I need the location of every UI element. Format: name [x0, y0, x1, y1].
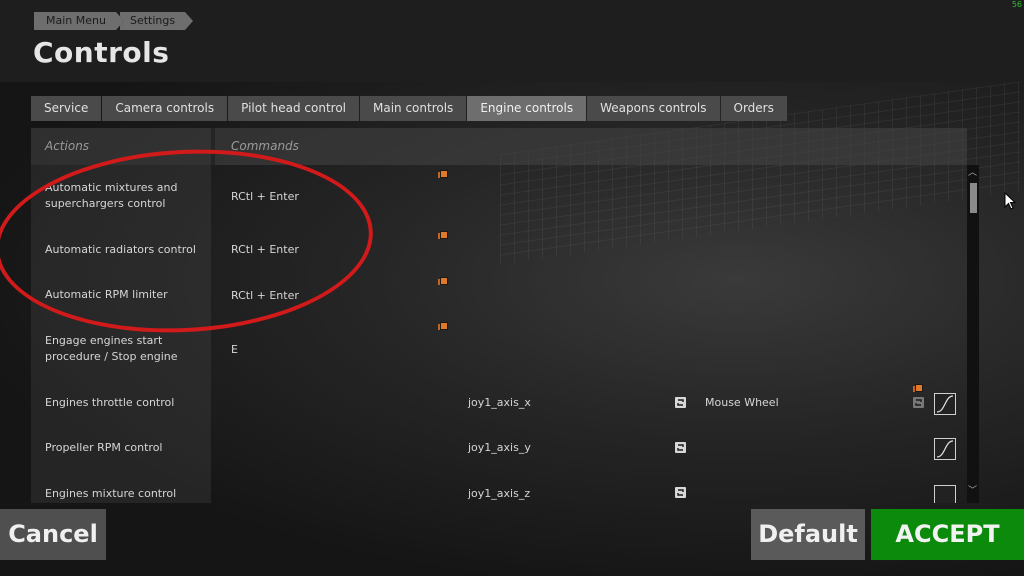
fps-counter: 56 — [1011, 0, 1022, 9]
tab-pilot-head-control[interactable]: Pilot head control — [228, 96, 359, 121]
orange-copy-icon[interactable] — [438, 170, 448, 179]
page-title: Controls — [33, 36, 170, 69]
orange-copy-icon[interactable] — [438, 277, 448, 286]
accept-button[interactable]: ACCEPT — [871, 509, 1024, 560]
scrollbar[interactable]: ︿ ﹀ — [967, 165, 979, 503]
scroll-up-icon[interactable]: ︿ — [968, 165, 977, 178]
tab-camera-controls[interactable]: Camera controls — [102, 96, 228, 121]
tab-weapons-controls[interactable]: Weapons controls — [587, 96, 720, 121]
tab-orders[interactable]: Orders — [720, 96, 787, 121]
response-curve-icon[interactable] — [934, 438, 956, 460]
partial-row: Engines mixture control joy1_axis_z — [0, 480, 1024, 503]
breadcrumb: Main Menu Settings — [34, 12, 194, 30]
default-button[interactable]: Default — [751, 509, 865, 560]
cancel-button[interactable]: Cancel — [0, 509, 106, 560]
scroll-thumb[interactable] — [970, 183, 977, 213]
action-label: Engines throttle control — [45, 396, 175, 409]
orange-copy-icon[interactable] — [438, 322, 448, 331]
tab-main-controls[interactable]: Main controls — [360, 96, 467, 121]
scroll-down-icon[interactable]: ﹀ — [968, 483, 977, 496]
axis-binding[interactable]: joy1_axis_z — [468, 487, 530, 500]
mouse-cursor-icon — [1004, 191, 1017, 214]
invert-axis-icon[interactable] — [675, 442, 686, 453]
response-curve-icon[interactable] — [934, 485, 956, 503]
invert-axis-icon[interactable] — [675, 397, 686, 408]
axis-binding[interactable]: joy1_axis_x — [468, 396, 531, 409]
breadcrumb-main-menu[interactable]: Main Menu — [34, 12, 124, 30]
response-curve-icon[interactable] — [934, 393, 956, 415]
action-label: Engines mixture control — [45, 487, 177, 500]
orange-copy-icon[interactable] — [438, 231, 448, 240]
breadcrumb-settings[interactable]: Settings — [115, 12, 194, 30]
invert-axis-icon[interactable] — [675, 487, 686, 498]
orange-copy-icon[interactable] — [913, 384, 923, 393]
axis-binding-secondary[interactable]: Mouse Wheel — [705, 396, 779, 409]
tab-bar: Service Camera controls Pilot head contr… — [31, 96, 788, 121]
axis-binding[interactable]: joy1_axis_y — [468, 441, 531, 454]
invert-axis-icon[interactable] — [913, 397, 924, 408]
action-label: Propeller RPM control — [45, 441, 163, 454]
header: Main Menu Settings Controls 56 — [0, 0, 1024, 82]
actions-column-header: Actions — [45, 139, 90, 153]
action-label: Engage engines start procedure / Stop en… — [45, 334, 178, 363]
command-binding[interactable]: E — [231, 343, 238, 356]
tab-service[interactable]: Service — [31, 96, 102, 121]
tab-engine-controls[interactable]: Engine controls — [467, 96, 587, 121]
